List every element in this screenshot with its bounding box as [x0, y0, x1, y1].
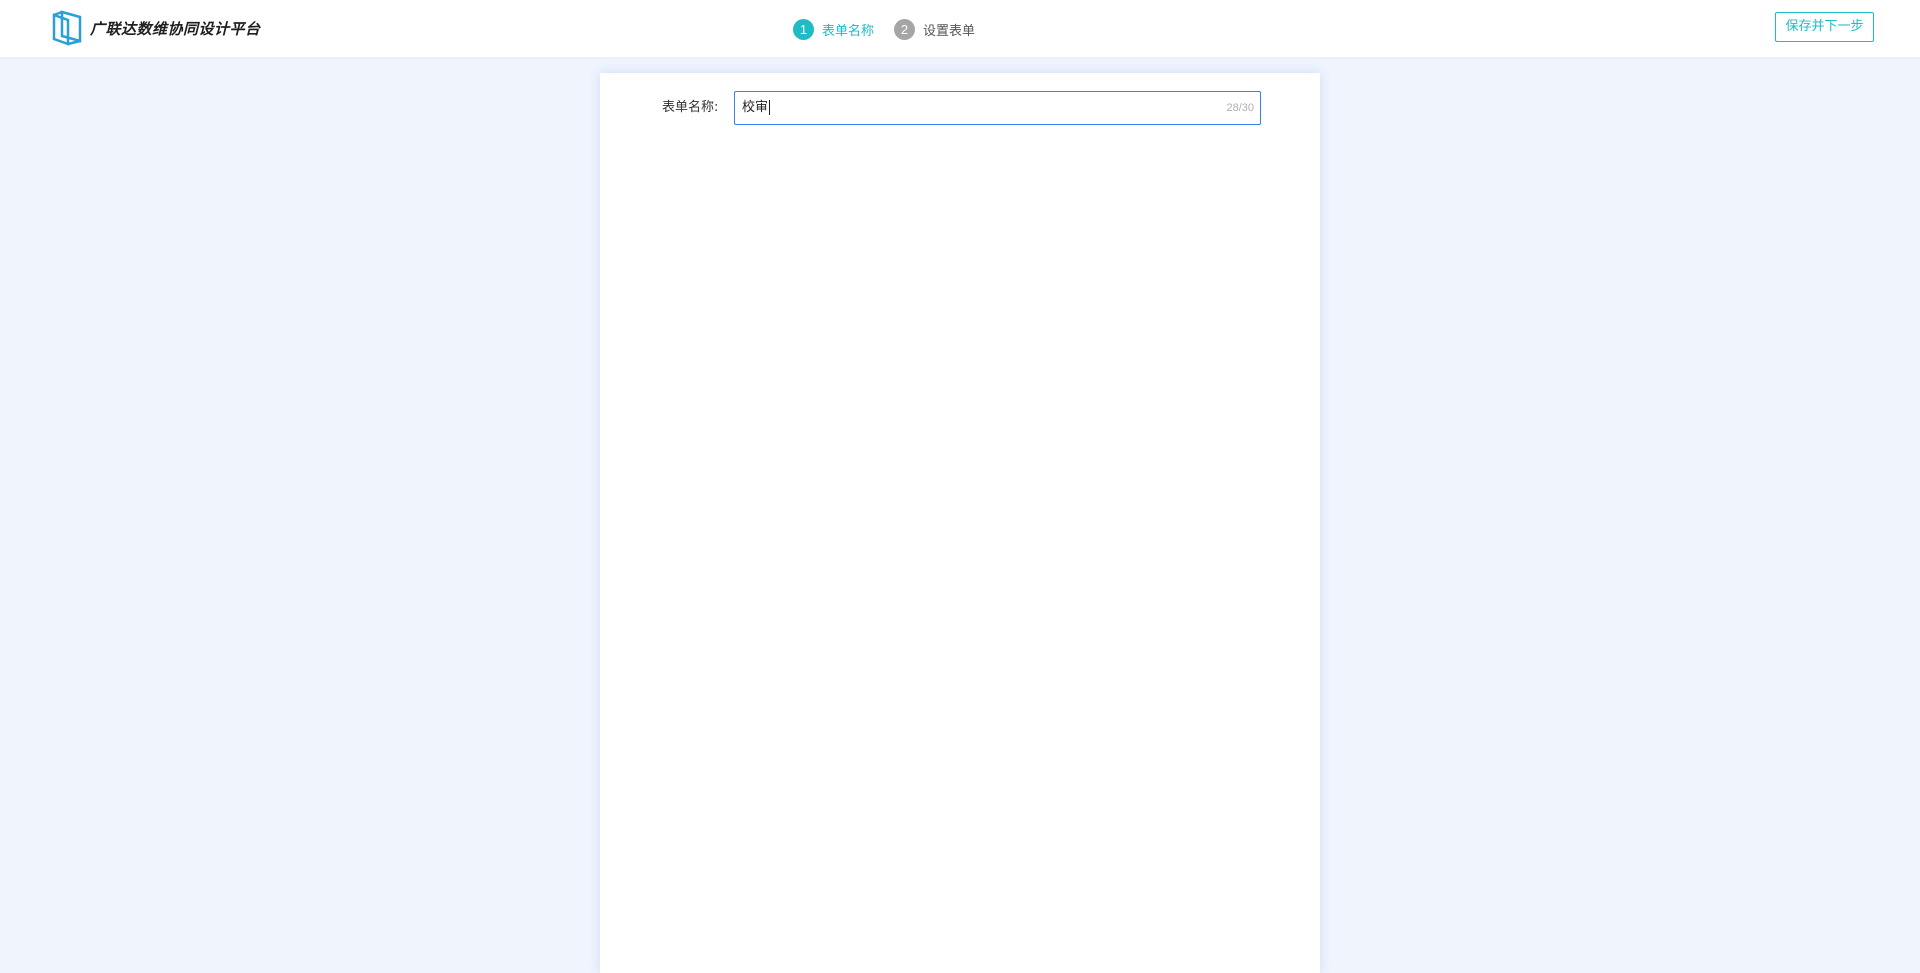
- step-form-name: 1 表单名称: [793, 18, 875, 40]
- form-card: 表单名称: 校审 28/30: [600, 73, 1320, 973]
- step-indicator: 1 表单名称 2 设置表单: [793, 18, 995, 40]
- step-number: 2: [894, 18, 916, 40]
- form-name-input[interactable]: 校审 28/30: [734, 91, 1261, 125]
- step-configure-form: 2 设置表单: [894, 18, 976, 40]
- form-name-label: 表单名称:: [662, 100, 719, 115]
- form-name-value: 校审: [742, 100, 769, 115]
- brand-logo-icon: [51, 10, 83, 46]
- text-caret: [769, 100, 771, 115]
- brand-logo[interactable]: 广联达数维协同设计平台: [51, 10, 261, 46]
- form-name-row: 表单名称: 校审 28/30: [600, 91, 1320, 125]
- step-label: 设置表单: [923, 23, 976, 39]
- brand-name: 广联达数维协同设计平台: [90, 19, 261, 38]
- step-label: 表单名称: [822, 23, 875, 39]
- character-counter: 28/30: [1226, 102, 1254, 114]
- top-bar: 广联达数维协同设计平台 1 表单名称 2 设置表单 保存并下一步: [0, 0, 1920, 57]
- step-number: 1: [793, 18, 814, 40]
- save-and-next-button[interactable]: 保存并下一步: [1775, 12, 1874, 42]
